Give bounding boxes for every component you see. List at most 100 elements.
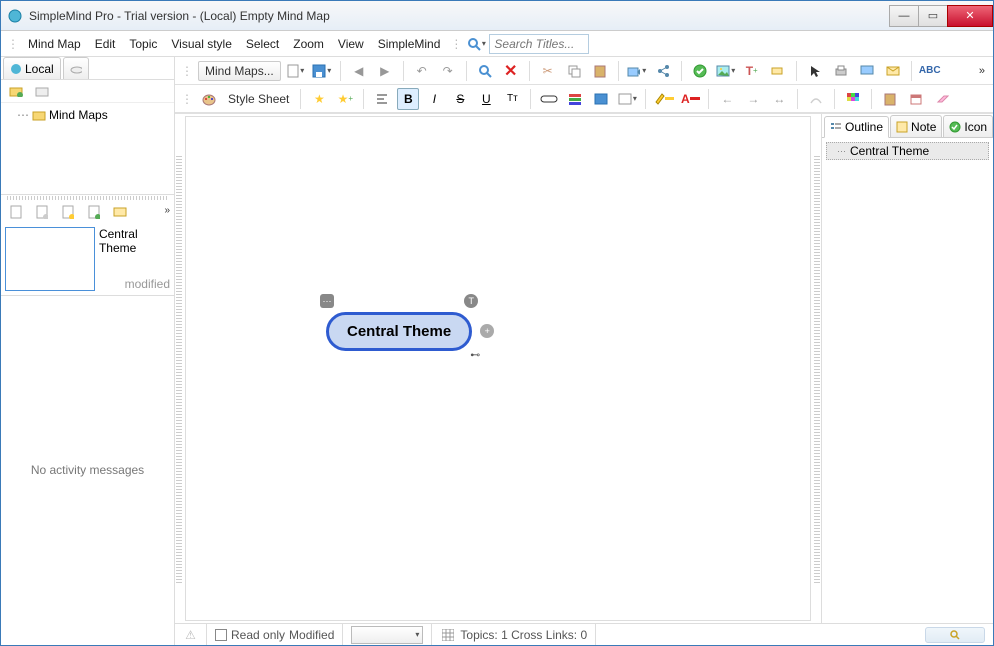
curve-button[interactable] — [805, 88, 827, 110]
node-link-handle[interactable]: ⊷ — [470, 350, 480, 361]
fill-color-button[interactable] — [590, 88, 612, 110]
toolbar-grip[interactable]: ⋮ — [179, 64, 194, 78]
mail-button[interactable] — [882, 60, 904, 82]
close-button[interactable]: ✕ — [947, 5, 993, 27]
check-button[interactable] — [689, 60, 711, 82]
filter-doc-icon2[interactable] — [31, 201, 53, 223]
folder-tree[interactable]: ⋯ Mind Maps — [1, 103, 174, 195]
presentation-button[interactable] — [856, 60, 878, 82]
central-theme-node[interactable]: ⋯ T Central Theme + ⊷ — [326, 312, 472, 351]
menu-view[interactable]: View — [332, 35, 370, 53]
copy-button[interactable] — [563, 60, 585, 82]
grid-icon[interactable] — [440, 627, 456, 643]
stylesheet-button[interactable]: Style Sheet — [224, 92, 293, 106]
search-icon-button[interactable]: ▾ — [465, 33, 487, 55]
bold-button[interactable]: B — [397, 88, 419, 110]
image-button[interactable]: ▾ — [715, 60, 737, 82]
underline-button[interactable]: U — [475, 88, 497, 110]
zoom-button[interactable] — [474, 60, 496, 82]
palette-button[interactable] — [198, 88, 220, 110]
node-text-handle[interactable]: T — [464, 294, 478, 308]
star-button[interactable]: ★ — [308, 88, 330, 110]
mindmaps-button[interactable]: Mind Maps... — [198, 61, 281, 81]
date-button[interactable] — [905, 88, 927, 110]
nav-forward-button[interactable]: ▶ — [374, 60, 396, 82]
color-grid-button[interactable] — [842, 88, 864, 110]
filter-doc-starred-icon[interactable] — [57, 201, 79, 223]
arrow-both-button[interactable]: ↔ — [768, 88, 790, 110]
readonly-label: Read only — [231, 628, 285, 642]
label-button[interactable] — [767, 60, 789, 82]
print-button[interactable] — [830, 60, 852, 82]
arrow-right-button[interactable]: → — [742, 88, 764, 110]
star-add-button[interactable]: ★+ — [334, 88, 356, 110]
zoom-combo[interactable]: ▾ — [351, 626, 423, 644]
outline-panel: ⋯ Central Theme — [822, 138, 993, 623]
no-fill-button[interactable]: ▾ — [616, 88, 638, 110]
save-button[interactable]: ▾ — [311, 60, 333, 82]
arrow-left-button[interactable]: ← — [716, 88, 738, 110]
outline-tab[interactable]: Outline — [824, 116, 889, 138]
node-add-handle[interactable]: + — [480, 324, 494, 338]
clipboard-button[interactable] — [879, 88, 901, 110]
new-folder-button-2[interactable] — [31, 80, 53, 102]
note-tab[interactable]: Note — [890, 115, 942, 137]
italic-button[interactable]: I — [423, 88, 445, 110]
cloud-tab[interactable] — [63, 57, 89, 79]
minimize-button[interactable]: — — [889, 5, 919, 27]
text-button[interactable]: T+ — [741, 60, 763, 82]
filter-doc-icon[interactable] — [5, 201, 27, 223]
delete-button[interactable]: ✕ — [500, 60, 522, 82]
pointer-button[interactable] — [804, 60, 826, 82]
undo-button[interactable]: ↶ — [411, 60, 433, 82]
menu-zoom[interactable]: Zoom — [287, 35, 330, 53]
menu-edit[interactable]: Edit — [89, 35, 122, 53]
menu-mindmap[interactable]: Mind Map — [22, 35, 87, 53]
toolbar-grip[interactable]: ⋮ — [5, 37, 20, 51]
topic-count-label: Topics: 1 Cross Links: 0 — [460, 628, 587, 642]
toolbar-grip[interactable]: ⋮ — [179, 92, 194, 106]
filter-doc-check-icon[interactable] — [83, 201, 105, 223]
outline-item[interactable]: ⋯ Central Theme — [826, 142, 989, 160]
icon-tab[interactable]: Icon — [943, 115, 993, 137]
export-button[interactable]: ▾ — [626, 60, 648, 82]
tree-expand-icon[interactable]: ⋯ — [17, 108, 29, 122]
menu-topic[interactable]: Topic — [123, 35, 163, 53]
text-color-button[interactable]: A — [679, 88, 701, 110]
filter-doc-mail-icon[interactable] — [109, 201, 131, 223]
eraser-button[interactable] — [931, 88, 953, 110]
highlight-button[interactable] — [653, 88, 675, 110]
fill-colors-button[interactable] — [564, 88, 586, 110]
node-label[interactable]: Central Theme — [326, 312, 472, 351]
status-search-button[interactable] — [925, 627, 985, 643]
more-chevron-icon[interactable]: » — [164, 205, 170, 216]
toolbar-overflow-icon[interactable]: » — [979, 65, 985, 77]
node-menu-handle[interactable]: ⋯ — [320, 294, 334, 308]
new-document-button[interactable]: ▾ — [285, 60, 307, 82]
splitter-grip[interactable] — [7, 196, 168, 200]
spellcheck-button[interactable]: ABC — [919, 60, 941, 82]
new-folder-button[interactable] — [5, 80, 27, 102]
search-input[interactable] — [489, 34, 589, 54]
align-button[interactable] — [371, 88, 393, 110]
paste-button[interactable] — [589, 60, 611, 82]
titlebar: SimpleMind Pro - Trial version - (Local)… — [1, 1, 993, 31]
mindmap-thumbnail[interactable] — [5, 227, 95, 291]
nav-back-button[interactable]: ◀ — [348, 60, 370, 82]
menu-simplemind[interactable]: SimpleMind — [372, 35, 447, 53]
local-tab[interactable]: Local — [3, 57, 61, 79]
readonly-checkbox[interactable] — [215, 629, 227, 641]
share-button[interactable] — [652, 60, 674, 82]
textsize-button[interactable]: Tт — [501, 88, 523, 110]
toolbar-grip[interactable]: ⋮ — [448, 37, 463, 51]
cut-button[interactable]: ✂ — [537, 60, 559, 82]
maximize-button[interactable]: ▭ — [918, 5, 948, 27]
redo-button[interactable]: ↷ — [437, 60, 459, 82]
menu-visual-style[interactable]: Visual style — [165, 35, 237, 53]
main-toolbar-2: ⋮ Style Sheet ★ ★+ B I S U Tт — [175, 85, 993, 113]
border-style-button[interactable] — [538, 88, 560, 110]
strike-button[interactable]: S — [449, 88, 471, 110]
mindmap-canvas[interactable]: ⋯ T Central Theme + ⊷ — [185, 116, 811, 621]
menu-select[interactable]: Select — [240, 35, 285, 53]
tree-item-mindmaps[interactable]: ⋯ Mind Maps — [5, 107, 170, 123]
